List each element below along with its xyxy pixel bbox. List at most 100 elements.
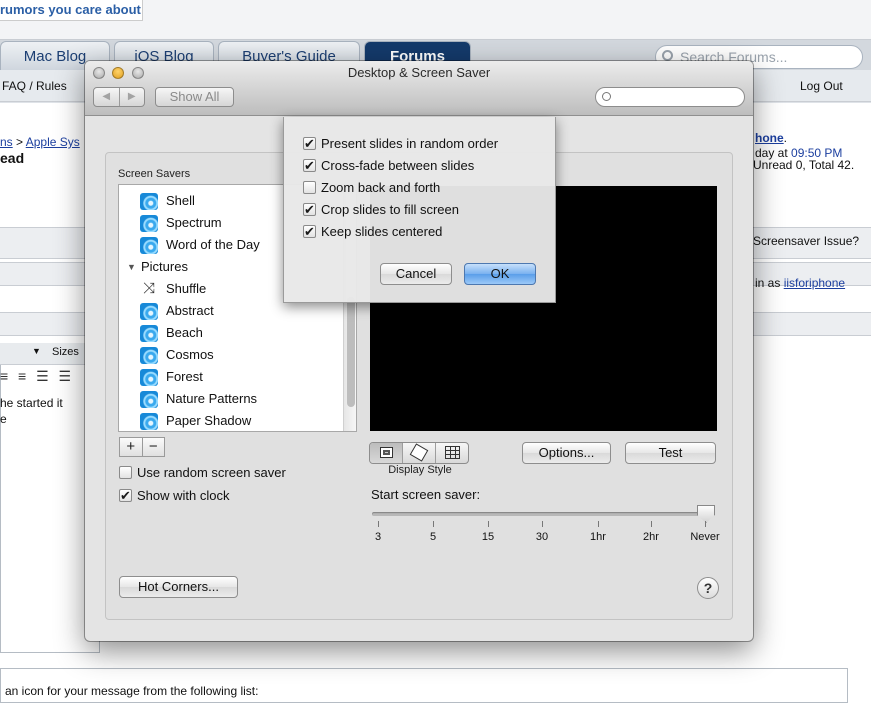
list-item-label: Word of the Day [166,237,260,252]
slider-tick [433,521,434,527]
options-button[interactable]: Options... [522,442,611,464]
option-label: Crop slides to fill screen [321,202,459,217]
disclosure-triangle-icon[interactable]: ▼ [127,256,136,278]
list-item-label: Forest [166,369,203,384]
unread-count: Unread 0, Total 42. [753,158,855,172]
add-remove-control: + − [119,437,165,457]
breadcrumb-link-forums[interactable]: ns [0,135,13,149]
list-item[interactable]: Beach [119,322,344,344]
slider-tick-label: Never [690,531,720,543]
breadcrumb-link-apple[interactable]: Apple Sys [26,135,80,149]
forward-arrow-icon[interactable]: ▶ [120,88,145,106]
editor-align-icons[interactable]: ≡ ≡ ☰ ☰ [0,368,74,385]
display-style-single[interactable] [370,443,403,463]
slider-tick-label: 2hr [643,531,659,543]
start-screen-saver-slider[interactable] [372,512,714,516]
test-button[interactable]: Test [625,442,716,464]
logged-in-as: in as iisforiphone [755,276,845,290]
slider-tick-label: 5 [429,531,437,543]
single-slide-icon [380,447,393,458]
show-clock-label: Show with clock [137,488,230,503]
slider-tick [651,521,652,527]
logo-text: rumors you care about [0,2,141,17]
remove-button[interactable]: − [143,438,165,456]
post-icon-prompt: an icon for your message from the follow… [5,684,259,698]
search-icon [662,50,673,61]
display-style-control [369,442,469,464]
slider-tick-label: 3 [374,531,382,543]
option-label: Present slides in random order [321,136,499,151]
option-random-order-checkbox[interactable] [303,135,316,153]
show-all-button[interactable]: Show All [155,87,234,107]
display-style-label: Display Style [388,464,452,476]
list-item[interactable]: Cosmos [119,344,344,366]
breadcrumb: ns > Apple Sys [0,135,80,149]
user-profile-link[interactable]: hone [755,131,784,145]
font-dropdown-arrow-icon[interactable]: ▼ [32,346,41,356]
screensaver-icon [140,215,158,232]
screen-savers-label: Screen Savers [118,168,191,180]
use-random-label: Use random screen saver [137,465,286,480]
option-cross-fade-checkbox[interactable] [303,157,316,175]
list-item[interactable]: Forest [119,366,344,388]
screensaver-icon [140,193,158,210]
list-item-label: Shuffle [166,281,207,296]
back-arrow-icon[interactable]: ◀ [94,88,120,106]
list-item[interactable]: Paper Shadow [119,410,344,431]
window-title: Desktop & Screen Saver [347,65,491,80]
option-zoom-checkbox[interactable] [303,181,316,194]
desktop-screen-saver-window: Desktop & Screen Saver ◀ ▶ Show All Scre… [85,61,753,641]
list-item-label: Paper Shadow [166,413,252,428]
search-icon [602,92,611,101]
screensaver-icon [140,237,158,254]
display-style-collage[interactable] [403,443,436,463]
help-button[interactable]: ? [697,577,719,599]
display-style-mosaic[interactable] [436,443,468,463]
slideshow-options-sheet: Present slides in random order Cross-fad… [283,117,556,303]
slider-tick [705,521,706,527]
option-centered-checkbox[interactable] [303,223,316,241]
slider-tick-label: 15 [481,531,495,543]
faq-rules-link[interactable]: FAQ / Rules [2,79,67,93]
list-item-label: Abstract [166,303,214,318]
back-forward-control[interactable]: ◀ ▶ [93,87,145,107]
log-out-link[interactable]: Log Out [800,79,843,93]
use-random-checkbox[interactable] [119,466,132,479]
slider-tick [542,521,543,527]
logged-in-user-link[interactable]: iisforiphone [784,276,845,290]
site-logo[interactable]: rumors you care about [0,0,143,21]
list-item-label: Spectrum [166,215,222,230]
ok-button[interactable]: OK [464,263,536,285]
screensaver-icon [140,369,158,386]
user-link-dot: . [783,131,788,145]
add-button[interactable]: + [120,438,143,456]
scrollbar-thumb[interactable] [347,297,355,407]
user-info: hone. [755,131,787,145]
editor-text-line2: e [0,412,7,426]
screensaver-icon [140,413,158,430]
thread-title: ead [0,150,25,166]
list-item-label: Cosmos [166,347,214,362]
window-titlebar: Desktop & Screen Saver ◀ ▶ Show All [85,61,753,116]
list-item-label: Beach [166,325,203,340]
cancel-button[interactable]: Cancel [380,263,452,285]
option-label: Keep slides centered [321,224,443,239]
mosaic-grid-icon [445,446,460,459]
slider-tick [488,521,489,527]
list-item[interactable]: Nature Patterns [119,388,344,410]
start-screen-saver-label: Start screen saver: [371,487,481,502]
list-group-label: Pictures [141,259,188,274]
prefs-search-input[interactable] [595,87,745,107]
screensaver-icon [140,391,158,408]
option-label: Cross-fade between slides [321,158,475,173]
list-item[interactable]: Abstract [119,300,344,322]
slider-tick [378,521,379,527]
show-clock-checkbox[interactable] [119,487,132,505]
option-crop-checkbox[interactable] [303,201,316,219]
screensaver-icon [140,325,158,342]
hot-corners-button[interactable]: Hot Corners... [119,576,238,598]
slider-tick [598,521,599,527]
slider-tick-label: 1hr [590,531,606,543]
sizes-dropdown[interactable]: Sizes [52,346,79,358]
screensaver-icon [140,347,158,364]
